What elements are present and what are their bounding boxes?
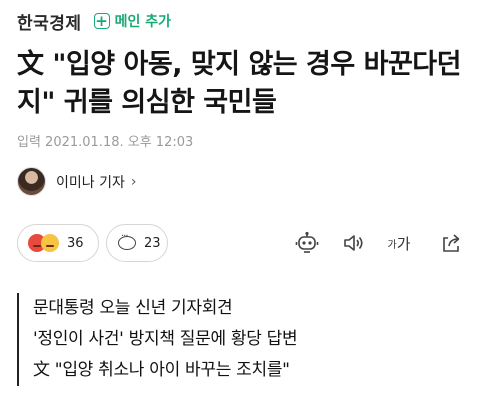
chevron-right-icon: › bbox=[130, 173, 137, 190]
publisher-logo[interactable]: 한국경제 bbox=[17, 9, 82, 34]
robot-summary-button[interactable] bbox=[294, 229, 320, 257]
publish-date: 입력 2021.01.18. 오후 12:03 bbox=[17, 135, 194, 150]
share-icon bbox=[443, 234, 460, 252]
author-avatar bbox=[17, 167, 46, 196]
speech-bubble-icon bbox=[118, 231, 136, 250]
add-to-main-button[interactable]: + 메인 추가 bbox=[93, 11, 171, 31]
font-size-small-glyph: 가 bbox=[387, 239, 397, 251]
robot-summary-icon bbox=[295, 231, 319, 253]
author-link[interactable]: 이미나 기자 › bbox=[17, 167, 136, 196]
plus-icon: + bbox=[93, 12, 110, 30]
text-to-speech-button[interactable] bbox=[340, 229, 366, 257]
article-toolbar: 가가 bbox=[288, 229, 468, 257]
summary-line: 문대통령 오늘 신년 기자회견 bbox=[33, 298, 233, 318]
share-button[interactable] bbox=[438, 229, 464, 257]
font-size-button[interactable]: 가가 bbox=[384, 229, 414, 257]
summary-line: 文 "입양 취소나 아이 바꾸는 조치를" bbox=[33, 360, 290, 380]
comment-count: 23 bbox=[144, 235, 161, 251]
font-size-large-glyph: 가 bbox=[396, 234, 411, 253]
top-bar: 한국경제 + 메인 추가 bbox=[17, 8, 171, 34]
article-headline: 文 "입양 아동, 맞지 않는 경우 바꾼다던지" 귀를 의심한 국민들 bbox=[17, 49, 461, 118]
speaker-icon bbox=[344, 235, 363, 251]
reaction-button[interactable]: 36 bbox=[17, 224, 99, 262]
laughing-face-icon bbox=[41, 234, 59, 252]
add-to-main-label: 메인 추가 bbox=[114, 14, 171, 30]
reaction-count: 36 bbox=[67, 235, 84, 251]
author-name: 이미나 기자 bbox=[56, 174, 125, 191]
summary-line: '정인이 사건' 방지책 질문에 황당 답변 bbox=[33, 329, 298, 349]
article-summary: 문대통령 오늘 신년 기자회견 '정인이 사건' 방지책 질문에 황당 답변 文… bbox=[17, 293, 298, 386]
comment-button[interactable]: 23 bbox=[106, 224, 168, 262]
